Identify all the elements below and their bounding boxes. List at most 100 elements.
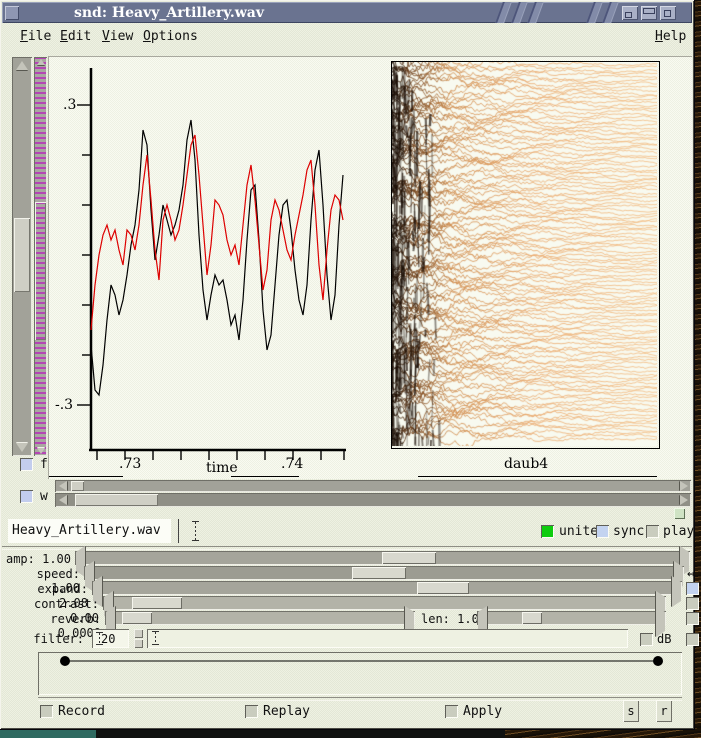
save-options-button[interactable]: s bbox=[623, 700, 639, 722]
envelope-point[interactable] bbox=[60, 656, 70, 666]
sync-checkbox[interactable] bbox=[596, 525, 609, 538]
snd-window: snd: Heavy_Artillery.wav File Edit View … bbox=[0, 0, 694, 729]
contrast-checkbox[interactable] bbox=[686, 597, 699, 610]
amp-row: amp: 1.00 bbox=[0, 551, 694, 566]
reverb-thumb[interactable] bbox=[122, 612, 152, 624]
reverb-row: reverb: 0.0000 len: 1.00 bbox=[0, 611, 694, 626]
graph-panel[interactable]: .3 -.3 .73 .74 time daub4 bbox=[48, 56, 692, 479]
menu-file[interactable]: File bbox=[20, 29, 51, 44]
separator bbox=[38, 697, 682, 701]
wavelet-label: daub4 bbox=[504, 456, 548, 472]
y-position-thumb[interactable] bbox=[35, 202, 46, 340]
pane-bottom-line bbox=[49, 476, 123, 477]
menu-edit[interactable]: Edit bbox=[60, 29, 91, 44]
db-checkbox[interactable] bbox=[640, 633, 653, 646]
contrast-slider[interactable] bbox=[103, 596, 666, 610]
pane-bottom-line bbox=[231, 476, 299, 477]
revlen-slider[interactable] bbox=[477, 611, 666, 625]
expand-checkbox[interactable] bbox=[686, 582, 699, 595]
iconify-button[interactable] bbox=[622, 6, 638, 20]
wave-toggle[interactable] bbox=[20, 490, 33, 503]
apply-label: Apply bbox=[463, 704, 502, 719]
filename-label: Heavy_Artillery.wav bbox=[12, 523, 161, 538]
record-label: Record bbox=[58, 704, 105, 719]
sync-label: sync bbox=[613, 524, 644, 539]
play-label: play bbox=[663, 524, 694, 539]
expand-slider[interactable] bbox=[92, 581, 682, 595]
titlebar-decoration bbox=[511, 2, 528, 23]
close-button[interactable] bbox=[660, 6, 676, 20]
scroll-right-icon[interactable] bbox=[677, 493, 690, 507]
record-checkbox[interactable] bbox=[40, 705, 53, 718]
scroll-down-icon[interactable] bbox=[12, 440, 32, 455]
x-position-scrollbar[interactable] bbox=[55, 493, 691, 507]
expand-thumb[interactable] bbox=[417, 582, 469, 594]
y-position-scrollbar[interactable] bbox=[34, 57, 47, 456]
y-zoom-scrollbar[interactable] bbox=[12, 57, 32, 456]
filter-envelope-editor[interactable] bbox=[38, 652, 682, 695]
revlen-thumb[interactable] bbox=[522, 612, 542, 624]
y-zoom-thumb[interactable] bbox=[14, 218, 30, 292]
menu-view[interactable]: View bbox=[102, 29, 133, 44]
x-zoom-scrollbar[interactable] bbox=[55, 480, 691, 492]
envelope-graph bbox=[38, 652, 682, 695]
desktop: snd: Heavy_Artillery.wav File Edit View … bbox=[0, 0, 701, 738]
apply-checkbox[interactable] bbox=[445, 705, 458, 718]
scroll-left-icon[interactable] bbox=[56, 480, 69, 492]
replay-checkbox[interactable] bbox=[245, 705, 258, 718]
maximize-icon bbox=[643, 8, 655, 14]
speed-slider[interactable] bbox=[84, 566, 684, 580]
x-tick-label-74: .74 bbox=[281, 456, 303, 472]
titlebar-decoration bbox=[602, 2, 619, 23]
filter-order-value: 20 bbox=[101, 632, 115, 646]
scroll-right-icon[interactable] bbox=[677, 480, 690, 492]
scroll-up-small-icon[interactable] bbox=[34, 57, 47, 67]
scroll-down-small-icon[interactable] bbox=[34, 446, 47, 456]
filter-order-field[interactable]: 20 bbox=[92, 629, 129, 648]
envelope-point[interactable] bbox=[653, 656, 663, 666]
y-axis-bottom-label: -.3 bbox=[55, 397, 73, 413]
window-menu-button[interactable] bbox=[5, 6, 19, 20]
wavelet-waterfall bbox=[392, 62, 657, 446]
filter-checkbox[interactable] bbox=[686, 633, 699, 646]
pane-resize-icon[interactable]: ↔ bbox=[687, 566, 695, 582]
amp-thumb[interactable] bbox=[382, 552, 436, 564]
x-tick-label-73: .73 bbox=[119, 456, 141, 472]
titlebar-decoration bbox=[495, 2, 512, 23]
contrast-row: contrast: 0.00 bbox=[0, 596, 694, 611]
close-icon bbox=[664, 10, 671, 17]
wave-toggle-label: w bbox=[40, 489, 48, 504]
x-zoom-thumb[interactable] bbox=[71, 481, 84, 491]
reverb-slider[interactable] bbox=[105, 611, 415, 625]
pane-sash[interactable] bbox=[674, 508, 685, 519]
text-cursor-icon bbox=[192, 521, 199, 541]
filter-order-up-button[interactable] bbox=[134, 629, 143, 638]
filter-label: filter: bbox=[4, 632, 84, 646]
speed-thumb[interactable] bbox=[352, 567, 406, 579]
scroll-left-icon[interactable] bbox=[56, 493, 69, 507]
fft-toggle[interactable] bbox=[20, 458, 33, 471]
menu-bar: File Edit View Options Help bbox=[2, 23, 692, 51]
contrast-thumb[interactable] bbox=[132, 597, 182, 609]
filter-envelope-field[interactable] bbox=[147, 629, 628, 648]
db-label: dB bbox=[657, 632, 671, 646]
filename-divider bbox=[178, 519, 179, 543]
unite-checkbox[interactable] bbox=[541, 525, 554, 538]
separator bbox=[2, 546, 692, 550]
titlebar[interactable]: snd: Heavy_Artillery.wav bbox=[2, 2, 692, 23]
revert-button[interactable]: r bbox=[656, 700, 672, 722]
play-checkbox[interactable] bbox=[646, 525, 659, 538]
window-title: snd: Heavy_Artillery.wav bbox=[74, 5, 264, 21]
filter-order-down-button[interactable] bbox=[134, 639, 143, 648]
scroll-up-icon[interactable] bbox=[12, 58, 32, 73]
menu-options[interactable]: Options bbox=[143, 29, 198, 44]
menu-help[interactable]: Help bbox=[655, 29, 686, 44]
fft-toggle-label: f bbox=[40, 457, 48, 472]
reverb-checkbox[interactable] bbox=[686, 612, 699, 625]
x-position-thumb[interactable] bbox=[75, 494, 158, 506]
amp-slider[interactable] bbox=[75, 551, 690, 565]
wavelet-box bbox=[391, 61, 660, 449]
titlebar-decoration bbox=[586, 2, 603, 23]
unite-label: unite bbox=[559, 524, 598, 539]
maximize-button[interactable] bbox=[641, 6, 657, 20]
